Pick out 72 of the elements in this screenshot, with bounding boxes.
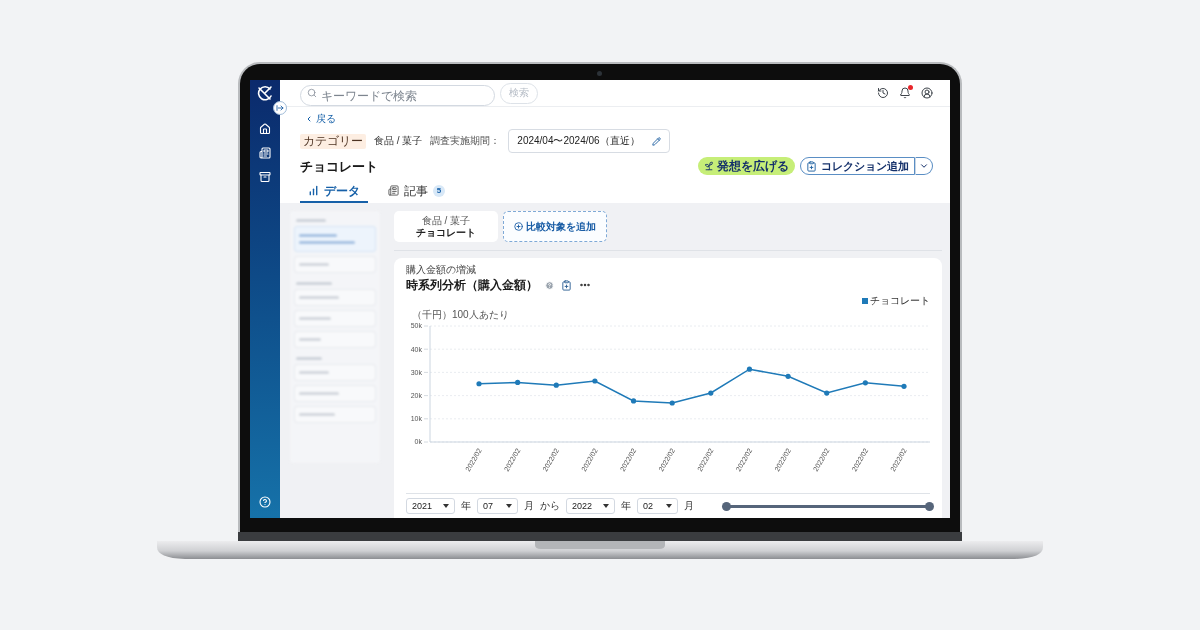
caret-down-icon	[603, 504, 609, 508]
unit-label: 年	[621, 501, 631, 511]
clipboard-plus-icon	[806, 160, 817, 172]
history-icon[interactable]	[877, 87, 889, 99]
back-link[interactable]: 戻る	[305, 112, 336, 125]
page-title: チョコレート	[300, 159, 378, 173]
count-badge: 5	[433, 184, 445, 197]
chart-subtitle: 購入金額の増減	[406, 264, 477, 275]
data-point	[746, 366, 753, 372]
data-point	[824, 390, 830, 396]
add-comparison-button[interactable]: 比較対象を追加	[503, 211, 607, 242]
y-axis-unit-label: （千円）100人あたり	[412, 309, 509, 321]
add-to-collection-button[interactable]: コレクション追加	[800, 157, 915, 175]
logo-icon[interactable]	[256, 85, 274, 101]
data-point	[476, 381, 482, 387]
data-point	[515, 379, 521, 385]
unit-label: 月	[684, 501, 694, 511]
chevron-left-icon	[305, 114, 313, 123]
webcam-icon	[597, 71, 602, 76]
help-icon[interactable]	[545, 280, 554, 290]
category-badge: カテゴリー	[300, 133, 366, 149]
sprout-icon	[704, 161, 714, 171]
tab[interactable]: 記事 5	[380, 180, 453, 203]
category-text: 食品 / 菓子	[374, 136, 423, 146]
select-value: 2021	[412, 501, 433, 511]
bell-icon[interactable]	[899, 87, 911, 99]
plus-circle-icon	[514, 222, 523, 231]
chevron-down-icon	[919, 161, 929, 171]
chart-title: 時系列分析（購入金額）	[406, 279, 538, 291]
unit-label: 月	[524, 501, 534, 511]
select-field[interactable]: 07	[477, 498, 518, 514]
home-icon[interactable]	[259, 123, 271, 135]
arrow-right-icon	[276, 104, 284, 112]
select-value: 2022	[572, 501, 593, 511]
data-point	[901, 383, 907, 389]
select-field[interactable]: 2021	[406, 498, 455, 514]
search-field[interactable]: キーワードで検索	[300, 85, 495, 106]
data-point	[553, 382, 559, 388]
clipboard-plus-icon[interactable]	[561, 279, 572, 291]
select-value: 07	[483, 501, 493, 511]
legend-label: チョコレート	[870, 296, 930, 306]
caret-down-icon	[443, 504, 449, 508]
search-icon	[307, 87, 317, 98]
pencil-icon	[651, 136, 661, 146]
newspaper-icon[interactable]	[259, 147, 271, 159]
unit-label: から	[540, 501, 560, 511]
bar-chart-icon	[308, 185, 319, 196]
data-point	[630, 398, 637, 404]
unit-label: 年	[461, 501, 471, 511]
data-point	[862, 380, 868, 386]
select-field[interactable]: 2022	[566, 498, 615, 514]
date-range-field[interactable]: 2024/04〜2024/06（直近）	[508, 129, 670, 153]
dropdown-toggle-button[interactable]	[915, 157, 933, 175]
archive-icon[interactable]	[259, 171, 271, 183]
item-name-text: チョコレート	[416, 226, 476, 239]
expand-ideas-button[interactable]: 発想を広げる	[698, 157, 795, 175]
data-point	[785, 373, 791, 379]
help-icon[interactable]	[259, 496, 271, 508]
slider-handle[interactable]	[925, 501, 934, 511]
caret-down-icon	[666, 504, 672, 508]
period-label: 調査実施期間：	[430, 136, 501, 146]
data-point	[708, 390, 714, 396]
select-field[interactable]: 02	[637, 498, 678, 514]
slider-handle[interactable]	[722, 501, 731, 511]
newspaper-icon	[388, 185, 399, 196]
data-point	[669, 400, 675, 406]
data-point	[592, 378, 598, 384]
category-path-text: 食品 / 菓子	[421, 214, 471, 227]
sidebar-toggle-button[interactable]	[273, 101, 287, 115]
caret-down-icon	[506, 504, 512, 508]
select-value: 02	[643, 501, 653, 511]
user-icon[interactable]	[921, 87, 933, 99]
